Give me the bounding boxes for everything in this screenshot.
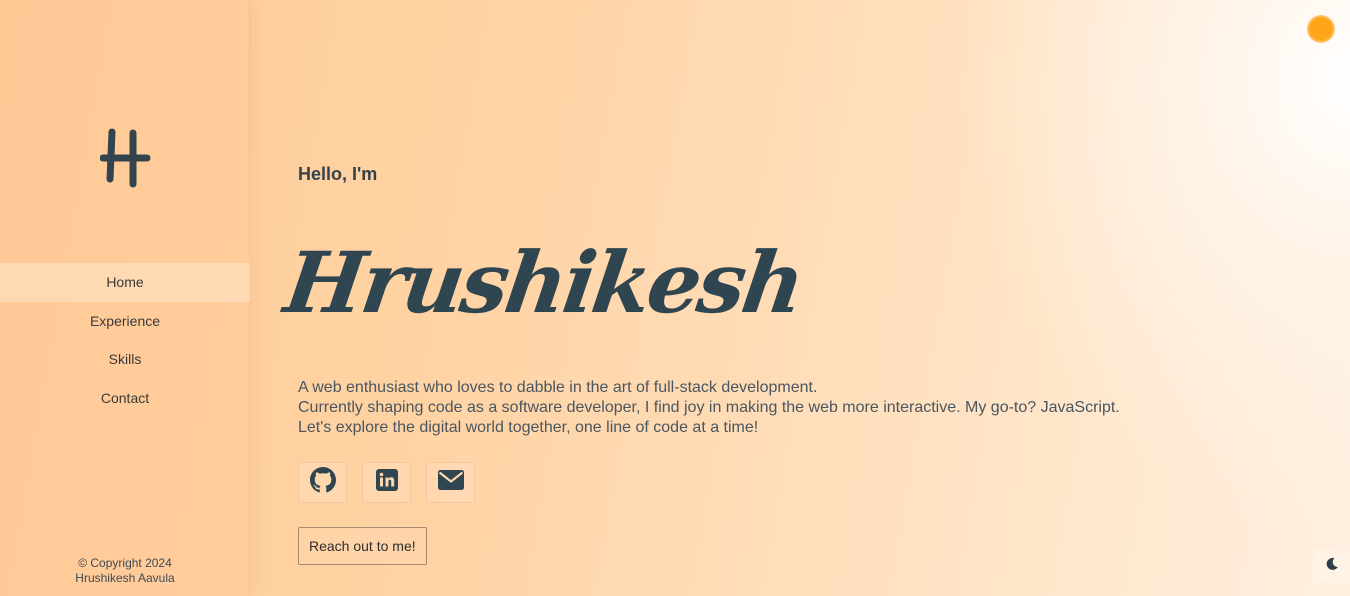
greeting: Hello, I'm bbox=[298, 164, 378, 184]
bio-line: Currently shaping code as a software dev… bbox=[298, 399, 1120, 416]
email-icon bbox=[437, 469, 465, 496]
nav-item-experience[interactable]: Experience bbox=[0, 302, 250, 341]
main-nav: Home Experience Skills Contact bbox=[0, 263, 250, 417]
bio-line: Let's explore the digital world together… bbox=[298, 419, 759, 436]
linkedin-icon bbox=[375, 468, 399, 497]
theme-toggle-button[interactable] bbox=[1313, 550, 1350, 582]
email-link[interactable] bbox=[426, 462, 475, 503]
linkedin-link[interactable] bbox=[362, 462, 411, 503]
copyright-owner: Hrushikesh Aavula bbox=[75, 571, 175, 585]
nav-item-home[interactable]: Home bbox=[0, 263, 250, 302]
nav-item-skills[interactable]: Skills bbox=[0, 340, 250, 379]
reach-out-button[interactable]: Reach out to me! bbox=[298, 527, 427, 565]
sidebar: Home Experience Skills Contact © Copyrig… bbox=[0, 0, 250, 596]
h-monogram-icon[interactable] bbox=[99, 127, 152, 189]
nav-item-contact[interactable]: Contact bbox=[0, 379, 250, 418]
bio-line: A web enthusiast who loves to dabble in … bbox=[298, 379, 818, 396]
github-link[interactable] bbox=[298, 462, 347, 503]
bio: A web enthusiast who loves to dabble in … bbox=[298, 378, 1298, 438]
moon-icon bbox=[1325, 557, 1339, 576]
sun-dot-icon[interactable] bbox=[1307, 15, 1335, 43]
copyright: © Copyright 2024 Hrushikesh Aavula bbox=[0, 556, 250, 586]
copyright-line: © Copyright 2024 bbox=[78, 556, 172, 570]
github-icon bbox=[309, 467, 336, 498]
hero-name: Hrushikesh bbox=[279, 233, 809, 332]
